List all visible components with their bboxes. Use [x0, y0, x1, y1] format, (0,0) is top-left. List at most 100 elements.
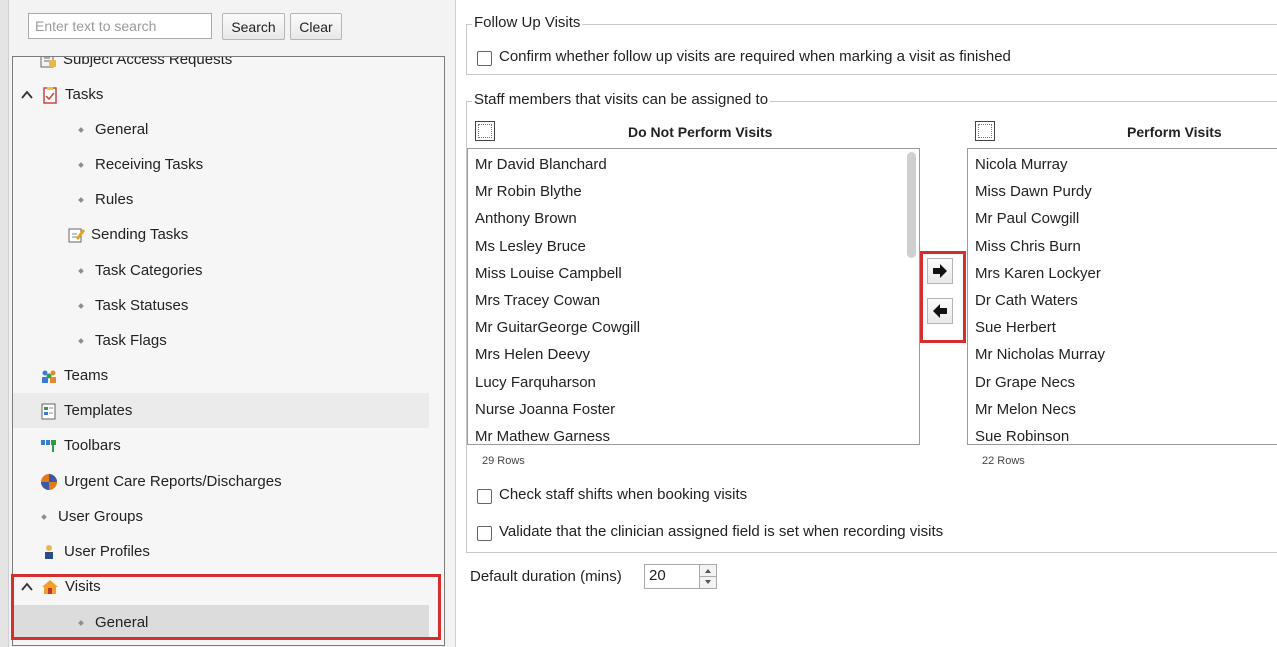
tree-item-label: Sending Tasks [91, 226, 189, 243]
tree-item-tasks-general[interactable]: General [78, 112, 149, 147]
tree-item-user-profiles[interactable]: User Profiles [40, 534, 150, 569]
list-item[interactable]: Dr Grape Necs [968, 369, 1277, 396]
list-item[interactable]: Mrs Helen Deevy [468, 341, 919, 368]
list-item[interactable]: Ms Lesley Bruce [468, 233, 919, 260]
tree-item-sending-tasks[interactable]: Sending Tasks [67, 217, 188, 252]
tree-item-label: General [95, 121, 149, 138]
tree-item-tasks[interactable]: Tasks [19, 77, 103, 112]
list-scrollbar-thumb[interactable] [907, 152, 916, 258]
list-item[interactable]: Mr GuitarGeorge Cowgill [468, 314, 919, 341]
perform-rows-count: 22 Rows [982, 455, 1025, 467]
staff-group-title: Staff members that visits can be assigne… [472, 91, 771, 108]
toolbar-icon [40, 437, 58, 455]
list-item[interactable]: Miss Chris Burn [968, 233, 1277, 260]
follow-up-group-border [466, 24, 1277, 25]
tree-item-task-statuses[interactable]: Task Statuses [78, 288, 189, 323]
do-not-perform-header: Do Not Perform Visits [628, 124, 773, 140]
confirm-follow-up-checkbox[interactable] [477, 51, 492, 66]
list-item[interactable]: Mr Mathew Garness [468, 423, 919, 444]
tree-item-task-categories[interactable]: Task Categories [78, 253, 203, 288]
people-icon [40, 367, 58, 385]
tree-item-label: Receiving Tasks [95, 156, 204, 173]
bullet-icon [78, 196, 84, 203]
user-icon [40, 543, 58, 561]
list-item[interactable]: Sue Herbert [968, 314, 1277, 341]
tree-item-label: Task Statuses [95, 297, 189, 314]
list-item[interactable]: Miss Louise Campbell [468, 260, 919, 287]
tree-item-label: User Groups [58, 508, 144, 525]
group-border-left [466, 24, 467, 74]
settings-tree: Subject Access Requests Tasks General Re… [12, 56, 445, 646]
tree-item-label: User Profiles [64, 543, 150, 560]
tree-item-label: Task Categories [95, 262, 203, 279]
list-item[interactable]: Mr Robin Blythe [468, 178, 919, 205]
tree-item-urgent-care-reports[interactable]: Urgent Care Reports/Discharges [40, 464, 282, 499]
clock-icon [40, 473, 58, 491]
select-all-do-not-perform-checkbox[interactable] [475, 121, 495, 141]
list-item[interactable]: Nurse Joanna Foster [468, 396, 919, 423]
tree-item-receiving-tasks[interactable]: Receiving Tasks [78, 147, 204, 182]
spinner-arrows-icon [700, 569, 716, 584]
confirm-follow-up-label: Confirm whether follow up visits are req… [499, 48, 1011, 65]
default-duration-input[interactable]: 20 [644, 564, 700, 589]
do-not-perform-list[interactable]: Mr David Blanchard Mr Robin Blythe Antho… [467, 148, 920, 445]
do-not-perform-rows-count: 29 Rows [482, 455, 525, 467]
check-staff-shifts-checkbox[interactable] [477, 489, 492, 504]
list-item[interactable]: Mrs Karen Lockyer [968, 260, 1277, 287]
perform-list[interactable]: Nicola Murray Miss Dawn Purdy Mr Paul Co… [967, 148, 1277, 445]
tree-item-user-groups[interactable]: User Groups [41, 499, 144, 534]
tree-item-rules[interactable]: Rules [78, 182, 134, 217]
tree-item-label: Subject Access Requests [63, 56, 233, 68]
list-item[interactable]: Sue Robinson [968, 423, 1277, 444]
list-item[interactable]: Lucy Farquharson [468, 369, 919, 396]
list-item[interactable]: Anthony Brown [468, 205, 919, 232]
panel-splitter[interactable] [0, 0, 9, 647]
bullet-icon [78, 302, 84, 309]
duration-spinner[interactable] [699, 564, 717, 589]
tree-item-label: Tasks [65, 86, 104, 103]
list-item[interactable]: Nicola Murray [968, 151, 1277, 178]
check-staff-shifts-label: Check staff shifts when booking visits [499, 486, 748, 503]
arrows-highlight-box [920, 251, 966, 343]
list-item[interactable]: Mr Melon Necs [968, 396, 1277, 423]
bullet-icon [78, 337, 84, 344]
list-item[interactable]: Dr Cath Waters [968, 287, 1277, 314]
tree-item-label: Toolbars [64, 437, 121, 454]
chevron-up-icon[interactable] [19, 87, 35, 103]
edit-note-icon [67, 226, 85, 244]
list-item[interactable]: Mr Paul Cowgill [968, 205, 1277, 232]
tree-item-toolbars[interactable]: Toolbars [40, 428, 121, 463]
perform-header: Perform Visits [1127, 124, 1222, 140]
document-icon [39, 57, 57, 69]
tree-item-label: Urgent Care Reports/Discharges [64, 473, 282, 490]
list-item[interactable]: Mr Nicholas Murray [968, 341, 1277, 368]
bullet-icon [78, 267, 84, 274]
search-input[interactable] [28, 13, 212, 39]
select-all-perform-checkbox[interactable] [975, 121, 995, 141]
group-border-bottom [466, 74, 1277, 75]
template-icon [40, 402, 58, 420]
bullet-icon [78, 126, 84, 133]
bullet-icon [41, 513, 47, 520]
clipboard-icon [41, 86, 59, 104]
list-item[interactable]: Miss Dawn Purdy [968, 178, 1277, 205]
list-item[interactable]: Mr David Blanchard [468, 151, 919, 178]
tree-item-label: Task Flags [95, 332, 167, 349]
tree-item-teams[interactable]: Teams [40, 358, 108, 393]
follow-up-group-title: Follow Up Visits [472, 14, 583, 31]
tree-item-label: Templates [64, 402, 133, 419]
list-item[interactable]: Mrs Tracey Cowan [468, 287, 919, 314]
bullet-icon [78, 161, 84, 168]
visits-highlight-box [11, 574, 441, 640]
tree-item-label: Rules [95, 191, 134, 208]
default-duration-label: Default duration (mins) [470, 568, 622, 585]
clear-button[interactable]: Clear [290, 13, 342, 40]
validate-clinician-label: Validate that the clinician assigned fie… [499, 523, 944, 540]
validate-clinician-checkbox[interactable] [477, 526, 492, 541]
tree-item-task-flags[interactable]: Task Flags [78, 323, 167, 358]
tree-item-subject-access-requests[interactable]: Subject Access Requests [39, 56, 233, 77]
search-button[interactable]: Search [222, 13, 285, 40]
group-border-bottom [466, 552, 1277, 553]
tree-item-label: Teams [64, 367, 109, 384]
tree-item-templates[interactable]: Templates [13, 393, 429, 428]
